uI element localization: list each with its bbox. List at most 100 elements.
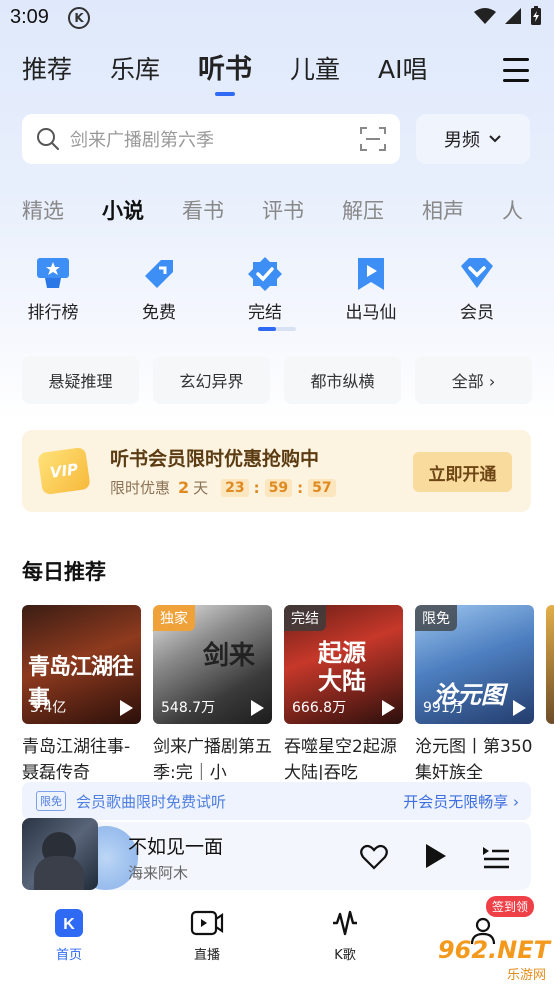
k-song-icon <box>333 910 357 936</box>
countdown-minutes: 59 <box>264 478 293 497</box>
vip-card-icon: VIP <box>37 446 91 496</box>
gender-filter-label: 男频 <box>444 130 480 151</box>
chip-fantasy[interactable]: 玄幻异界 <box>153 356 270 404</box>
category-finished[interactable]: 完结 <box>212 254 318 323</box>
nav-label: 首页 <box>55 948 82 963</box>
free-trial-bar[interactable]: 限免 会员歌曲限时免费试听 开会员无限畅享 › <box>22 782 531 820</box>
category-chumaxian[interactable]: 出马仙 <box>318 254 424 323</box>
finished-check-icon <box>248 257 282 291</box>
heart-icon[interactable] <box>360 844 388 870</box>
play-icon[interactable] <box>120 700 133 716</box>
play-icon[interactable] <box>382 700 395 716</box>
nav-home[interactable]: K 首页 <box>0 896 138 984</box>
nav-ksong[interactable]: K歌 <box>276 896 414 984</box>
sub-tab-featured[interactable]: 精选 <box>22 194 64 228</box>
top-tab-kids[interactable]: 儿童 <box>290 52 340 88</box>
nav-label: K歌 <box>334 948 356 963</box>
genre-chips: 悬疑推理 玄幻异界 都市纵横 全部 › <box>22 356 532 404</box>
chip-all[interactable]: 全部 › <box>415 356 532 404</box>
countdown-label: 限时优惠 <box>110 479 171 497</box>
search-bar[interactable]: 剑来广播剧第六季 <box>22 114 400 164</box>
vip-diamond-icon <box>461 258 493 288</box>
book-plays: 3.4亿 <box>30 700 67 716</box>
top-tab-audiobook[interactable]: 听书 <box>198 52 252 88</box>
category-row: 排行榜 免费 完结 出马仙 会员 <box>0 254 554 323</box>
countdown-hours: 23 <box>221 478 249 497</box>
playlist-icon[interactable] <box>482 844 510 870</box>
sub-tabs: 精选 小说 看书 评书 解压 相声 人 <box>22 194 554 228</box>
gender-filter-button[interactable]: 男频 <box>416 114 530 164</box>
status-time: 3:09 <box>10 6 49 28</box>
top-tab-ai-sing[interactable]: AI唱 <box>378 52 427 88</box>
top-tab-recommend[interactable]: 推荐 <box>22 52 72 88</box>
category-ranking[interactable]: 排行榜 <box>0 254 106 323</box>
book-plays: 548.7万 <box>161 700 216 716</box>
countdown-seconds: 57 <box>308 478 336 497</box>
countdown-days: 2 <box>178 478 190 497</box>
category-free[interactable]: 免费 <box>106 254 212 323</box>
scan-icon[interactable] <box>360 127 386 151</box>
category-label: 完结 <box>248 303 282 323</box>
book-card[interactable]: 青岛江湖往事 3.4亿 青岛江湖往事-聂磊传奇 <box>22 605 141 780</box>
category-label: 免费 <box>142 303 176 323</box>
book-tag: 独家 <box>153 605 195 631</box>
menu-icon[interactable] <box>503 58 529 82</box>
book-card-partial[interactable] <box>546 605 554 780</box>
category-scroll-indicator <box>258 327 296 331</box>
book-card[interactable]: 限免 沧元图 991万 沧元图丨第350集奸族全 <box>415 605 534 780</box>
mini-player[interactable]: 不如见一面 海来阿木 <box>22 818 531 890</box>
vip-promo-banner[interactable]: VIP 听书会员限时优惠抢购中 限时优惠 2 天 23 : 59 : 57 立即… <box>22 430 531 512</box>
status-icons <box>474 6 542 26</box>
free-trial-text: 会员歌曲限时免费试听 <box>76 792 227 811</box>
bookmark-play-icon <box>358 258 384 290</box>
chip-urban[interactable]: 都市纵横 <box>284 356 401 404</box>
vip-open-button[interactable]: 立即开通 <box>413 452 512 492</box>
cover-title-art: 起源大陆 <box>318 639 366 695</box>
book-title: 吞噬星空2起源大陆|吞吃 <box>284 737 397 780</box>
book-title: 剑来广播剧第五季:完｜小 <box>153 737 272 780</box>
sub-tab-novel[interactable]: 小说 <box>102 194 144 228</box>
book-title: 青岛江湖往事-聂磊传奇 <box>22 737 131 780</box>
nav-live[interactable]: 直播 <box>138 896 276 984</box>
book-tag: 完结 <box>284 605 326 631</box>
book-title: 沧元图丨第350集奸族全 <box>415 737 533 780</box>
home-k-icon: K <box>55 909 83 937</box>
vip-countdown: 限时优惠 2 天 23 : 59 : 57 <box>110 477 339 498</box>
daily-book-list: 青岛江湖往事 3.4亿 青岛江湖往事-聂磊传奇 独家 剑来 548.7万 剑来广… <box>22 605 554 780</box>
ranking-icon <box>37 258 69 288</box>
signal-icon <box>505 8 521 24</box>
free-tag-icon <box>145 260 173 288</box>
watermark-subtitle: 乐游网 <box>506 968 546 983</box>
watermark-logo: 962.NET <box>437 936 550 964</box>
svg-text:K: K <box>63 916 75 933</box>
live-video-icon <box>190 910 224 936</box>
player-album-art <box>22 818 98 890</box>
category-vip[interactable]: 会员 <box>424 254 530 323</box>
sign-in-badge[interactable]: 签到领 <box>486 896 535 917</box>
book-card[interactable]: 独家 剑来 548.7万 剑来广播剧第五季:完｜小 <box>153 605 272 780</box>
play-icon[interactable] <box>251 700 264 716</box>
search-icon <box>37 128 59 150</box>
player-artist: 海来阿木 <box>128 864 189 882</box>
play-icon[interactable] <box>426 844 446 868</box>
sub-tab-relax[interactable]: 解压 <box>342 194 384 228</box>
category-label: 出马仙 <box>345 303 397 323</box>
free-trial-badge: 限免 <box>36 791 66 811</box>
player-song-title: 不如见一面 <box>128 836 224 858</box>
daily-section-title: 每日推荐 <box>22 560 106 584</box>
play-icon[interactable] <box>513 700 526 716</box>
book-card[interactable]: 完结 起源大陆 666.8万 吞噬星空2起源大陆|吞吃 <box>284 605 403 780</box>
battery-icon <box>531 6 541 25</box>
chevron-down-icon <box>489 135 501 143</box>
cover-title-art: 剑来 <box>203 641 256 671</box>
sub-tab-crosstalk[interactable]: 相声 <box>422 194 464 228</box>
chip-mystery[interactable]: 悬疑推理 <box>22 356 139 404</box>
open-vip-link[interactable]: 开会员无限畅享 › <box>403 791 519 812</box>
sub-tab-reading[interactable]: 看书 <box>182 194 224 228</box>
sub-tab-more[interactable]: 人 <box>502 194 523 228</box>
book-tag: 限免 <box>415 605 457 631</box>
top-tab-music-library[interactable]: 乐库 <box>110 52 160 88</box>
book-plays: 991万 <box>423 700 464 716</box>
countdown-days-unit: 天 <box>193 479 209 497</box>
sub-tab-storytelling[interactable]: 评书 <box>262 194 304 228</box>
